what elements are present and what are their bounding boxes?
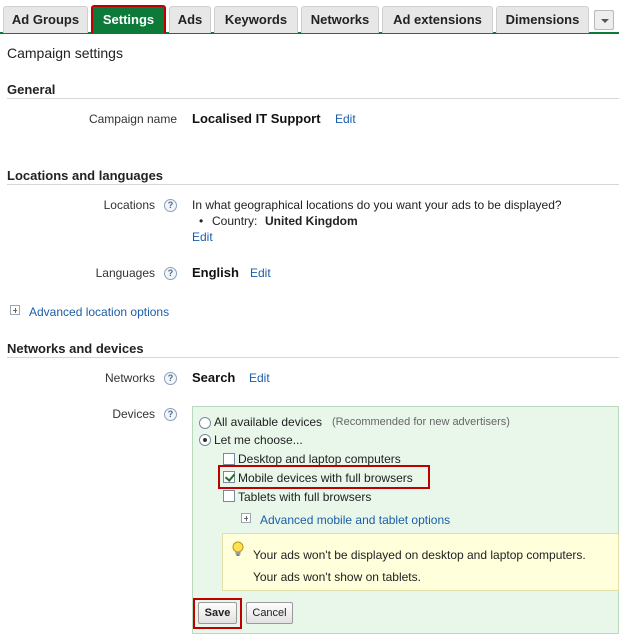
country-prefix: Country:	[212, 214, 258, 228]
cancel-button[interactable]: Cancel	[246, 602, 293, 624]
country-value: United Kingdom	[265, 214, 358, 228]
expand-plus-icon[interactable]	[241, 513, 251, 523]
networks-edit-link[interactable]: Edit	[249, 371, 270, 385]
section-locations-heading: Locations and languages	[7, 168, 619, 185]
let-me-choose-radio[interactable]	[199, 434, 211, 446]
campaign-name-label: Campaign name	[88, 112, 177, 126]
desktop-checkbox[interactable]	[223, 453, 235, 465]
mobile-label: Mobile devices with full browsers	[238, 471, 413, 485]
devices-label: Devices	[112, 407, 155, 421]
tab-keywords[interactable]: Keywords	[214, 6, 298, 33]
tab-bar: Ad Groups Settings Ads Keywords Networks…	[0, 0, 619, 34]
notice-line-1: Your ads won't be displayed on desktop a…	[253, 548, 586, 562]
all-devices-label: All available devices	[214, 415, 323, 429]
mobile-checkbox[interactable]	[223, 471, 235, 483]
languages-label: Languages	[95, 266, 155, 280]
country-bullet: •	[199, 214, 204, 228]
advanced-mobile-options-link[interactable]: Advanced mobile and tablet options	[260, 513, 450, 527]
campaign-name-edit-link[interactable]: Edit	[335, 112, 356, 126]
tablets-checkbox[interactable]	[223, 490, 235, 502]
advanced-location-options-link[interactable]: Advanced location options	[29, 305, 169, 319]
expand-plus-icon[interactable]	[10, 305, 20, 315]
tab-settings[interactable]: Settings	[91, 5, 166, 33]
languages-help-icon[interactable]: ?	[164, 267, 177, 280]
locations-help-icon[interactable]: ?	[164, 199, 177, 212]
tab-dimensions[interactable]: Dimensions	[496, 6, 589, 33]
page-title: Campaign settings	[7, 45, 123, 61]
notice-line-2: Your ads won't show on tablets.	[253, 570, 421, 584]
devices-help-icon[interactable]: ?	[164, 408, 177, 421]
tab-ads[interactable]: Ads	[169, 6, 211, 33]
let-me-choose-label: Let me choose...	[214, 433, 303, 447]
all-devices-radio[interactable]	[199, 417, 211, 429]
tablets-label: Tablets with full browsers	[238, 490, 372, 504]
networks-value: Search	[192, 370, 236, 385]
more-tabs-dropdown[interactable]	[594, 10, 614, 30]
locations-edit-link[interactable]: Edit	[192, 230, 213, 244]
desktop-label: Desktop and laptop computers	[238, 452, 401, 466]
languages-value: English	[192, 265, 239, 280]
campaign-name-value: Localised IT Support	[192, 111, 321, 126]
tab-ad-extensions[interactable]: Ad extensions	[382, 6, 493, 33]
networks-help-icon[interactable]: ?	[164, 372, 177, 385]
tab-ad-groups[interactable]: Ad Groups	[3, 6, 88, 33]
section-general-heading: General	[7, 82, 619, 99]
networks-label: Networks	[104, 371, 155, 385]
chevron-down-icon	[601, 19, 609, 23]
section-networks-heading: Networks and devices	[7, 341, 619, 358]
lightbulb-icon	[232, 541, 244, 556]
tab-networks[interactable]: Networks	[301, 6, 379, 33]
locations-question: In what geographical locations do you wa…	[192, 198, 562, 212]
all-devices-note: (Recommended for new advertisers)	[332, 416, 510, 428]
save-button[interactable]: Save	[198, 602, 237, 624]
languages-edit-link[interactable]: Edit	[250, 266, 271, 280]
locations-label: Locations	[103, 198, 155, 212]
